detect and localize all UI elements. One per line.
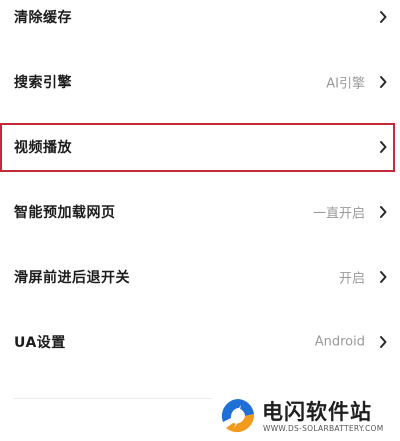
settings-row-search-engine[interactable]: 搜索引擎 AI引擎 [0, 62, 400, 102]
ua-setting-value: Android [314, 334, 365, 350]
highlight-box [0, 123, 395, 172]
lightning-logo-icon [218, 396, 258, 436]
clear-cache-label: 清除缓存 [14, 10, 72, 26]
swipe-navigation-value: 开启 [338, 271, 365, 287]
chevron-right-icon [378, 335, 388, 349]
chevron-right-icon [378, 270, 388, 284]
watermark-title: 电闪软件站 [262, 400, 372, 424]
watermark-subtitle: WWW.DS-SOLARBATTERY.COM [263, 424, 384, 433]
chevron-right-icon [378, 10, 388, 24]
chevron-right-icon [378, 75, 388, 89]
smart-preload-label: 智能预加载网页 [14, 205, 116, 221]
search-engine-label: 搜索引擎 [14, 75, 72, 91]
smart-preload-value: 一直开启 [312, 206, 365, 222]
settings-row-smart-preload[interactable]: 智能预加载网页 一直开启 [0, 192, 400, 232]
ua-setting-label: UA设置 [14, 335, 66, 351]
swipe-navigation-label: 滑屏前进后退开关 [14, 270, 130, 286]
chevron-right-icon [378, 205, 388, 219]
settings-row-clear-cache[interactable]: 清除缓存 [0, 0, 400, 37]
settings-row-swipe-navigation[interactable]: 滑屏前进后退开关 开启 [0, 257, 400, 297]
watermark: 电闪软件站 WWW.DS-SOLARBATTERY.COM [212, 392, 400, 441]
search-engine-value: AI引擎 [326, 76, 365, 92]
settings-row-ua-setting[interactable]: UA设置 Android [0, 322, 400, 362]
